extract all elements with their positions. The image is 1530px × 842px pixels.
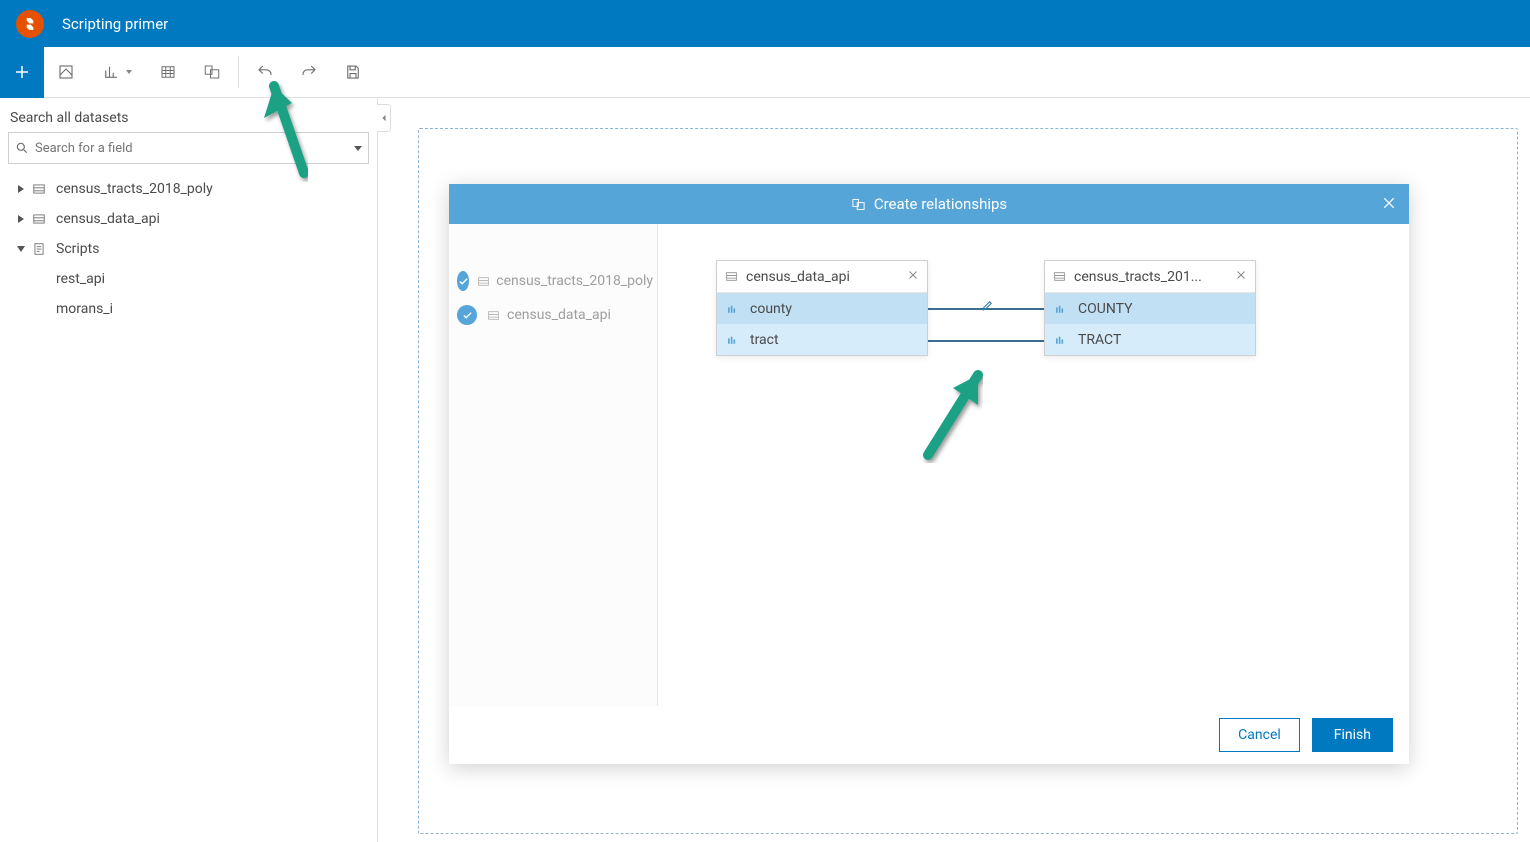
modal-body: census_tracts_2018_poly census_data_api … — [449, 224, 1409, 706]
table-icon — [32, 182, 46, 196]
field-row-county-upper[interactable]: COUNTY — [1045, 293, 1255, 324]
sidebar-item-census-tracts[interactable]: census_tracts_2018_poly — [8, 174, 369, 204]
map-button[interactable] — [44, 47, 88, 98]
caret-down-icon — [16, 244, 26, 254]
sidebar-item-rest-api[interactable]: rest_api — [8, 264, 369, 294]
table-icon — [487, 309, 500, 322]
save-button[interactable] — [331, 47, 375, 98]
card-census-data-api[interactable]: census_data_api county tract — [716, 260, 928, 356]
field-row-tract[interactable]: tract — [717, 324, 927, 355]
sidebar-item-label: morans_i — [56, 301, 113, 317]
undo-icon — [256, 63, 274, 81]
save-icon — [344, 63, 362, 81]
card-title: census_data_api — [746, 269, 907, 285]
sidebar-item-census-data-api[interactable]: census_data_api — [8, 204, 369, 234]
check-icon — [457, 271, 469, 291]
cancel-button[interactable]: Cancel — [1219, 718, 1300, 752]
dataset-item-census-data-api[interactable]: census_data_api — [453, 298, 653, 332]
table-icon — [1053, 270, 1066, 283]
search-input-wrap[interactable] — [8, 132, 369, 164]
search-icon — [15, 141, 29, 155]
field-label: COUNTY — [1078, 301, 1132, 317]
field-row-county[interactable]: county — [717, 293, 927, 324]
field-row-tract-upper[interactable]: TRACT — [1045, 324, 1255, 355]
script-icon — [32, 242, 46, 256]
sidebar-collapse-area — [378, 98, 392, 138]
caret-right-icon — [16, 184, 26, 194]
chart-button[interactable] — [88, 47, 146, 98]
chevron-down-icon — [126, 70, 132, 74]
edit-relationship-button[interactable] — [978, 296, 996, 314]
sidebar-item-morans-i[interactable]: morans_i — [8, 294, 369, 324]
card-close-button[interactable] — [1235, 269, 1247, 285]
undo-button[interactable] — [243, 47, 287, 98]
dataset-item-label: census_tracts_2018_poly — [496, 273, 653, 289]
modal-footer: Cancel Finish — [449, 706, 1409, 764]
table-icon — [32, 212, 46, 226]
close-icon — [1381, 195, 1397, 211]
chevron-down-icon[interactable] — [354, 146, 362, 151]
chart-icon — [102, 63, 120, 81]
field-label: tract — [750, 332, 779, 348]
dataset-item-census-tracts[interactable]: census_tracts_2018_poly — [453, 264, 653, 298]
sidebar-item-label: rest_api — [56, 271, 105, 287]
field-label: county — [750, 301, 792, 317]
pencil-icon — [981, 299, 994, 312]
card-header[interactable]: census_tracts_201... — [1045, 261, 1255, 293]
modal-title: Create relationships — [874, 195, 1007, 213]
card-header[interactable]: census_data_api — [717, 261, 927, 293]
numeric-field-icon — [727, 303, 740, 315]
relationship-icon — [851, 197, 866, 212]
app-logo — [16, 10, 44, 38]
create-relationships-modal: Create relationships census_tracts_2018_… — [449, 184, 1409, 764]
relationship-icon — [203, 63, 221, 81]
sidebar-item-label: census_tracts_2018_poly — [56, 181, 213, 197]
dataset-item-label: census_data_api — [507, 307, 611, 323]
table-button[interactable] — [146, 47, 190, 98]
card-close-button[interactable] — [907, 269, 919, 285]
sidebar: Search all datasets census_tracts_2018_p… — [0, 98, 378, 842]
table-icon — [725, 270, 738, 283]
add-button[interactable] — [0, 47, 44, 98]
page-title: Scripting primer — [62, 15, 168, 33]
plus-icon — [13, 63, 31, 81]
card-census-tracts[interactable]: census_tracts_201... COUNTY TRACT — [1044, 260, 1256, 356]
relationship-canvas: census_data_api county tract census_trac… — [658, 224, 1409, 706]
card-title: census_tracts_201... — [1074, 269, 1235, 285]
numeric-field-icon — [1055, 303, 1068, 315]
caret-right-icon — [16, 214, 26, 224]
redo-button[interactable] — [287, 47, 331, 98]
logo-icon — [22, 16, 38, 32]
map-icon — [57, 63, 75, 81]
modal-header: Create relationships — [449, 184, 1409, 224]
relationship-button[interactable] — [190, 47, 234, 98]
chevron-left-icon — [380, 114, 388, 122]
check-icon — [457, 305, 477, 325]
dataset-list: census_tracts_2018_poly census_data_api — [449, 224, 658, 706]
field-label: TRACT — [1078, 332, 1121, 348]
search-input[interactable] — [35, 141, 354, 156]
app-header: Scripting primer — [0, 0, 1530, 47]
toolbar — [0, 47, 1530, 98]
sidebar-item-label: census_data_api — [56, 211, 160, 227]
table-icon — [477, 275, 490, 288]
sidebar-item-label: Scripts — [56, 241, 99, 257]
sidebar-item-scripts[interactable]: Scripts — [8, 234, 369, 264]
sidebar-collapse-handle[interactable] — [377, 104, 391, 132]
sidebar-label: Search all datasets — [8, 110, 369, 126]
numeric-field-icon — [1055, 334, 1068, 346]
numeric-field-icon — [727, 334, 740, 346]
close-icon — [1235, 269, 1247, 281]
toolbar-separator — [238, 56, 239, 88]
finish-button[interactable]: Finish — [1312, 718, 1393, 752]
table-grid-icon — [159, 63, 177, 81]
redo-icon — [300, 63, 318, 81]
close-icon — [907, 269, 919, 281]
modal-close-button[interactable] — [1381, 195, 1397, 215]
